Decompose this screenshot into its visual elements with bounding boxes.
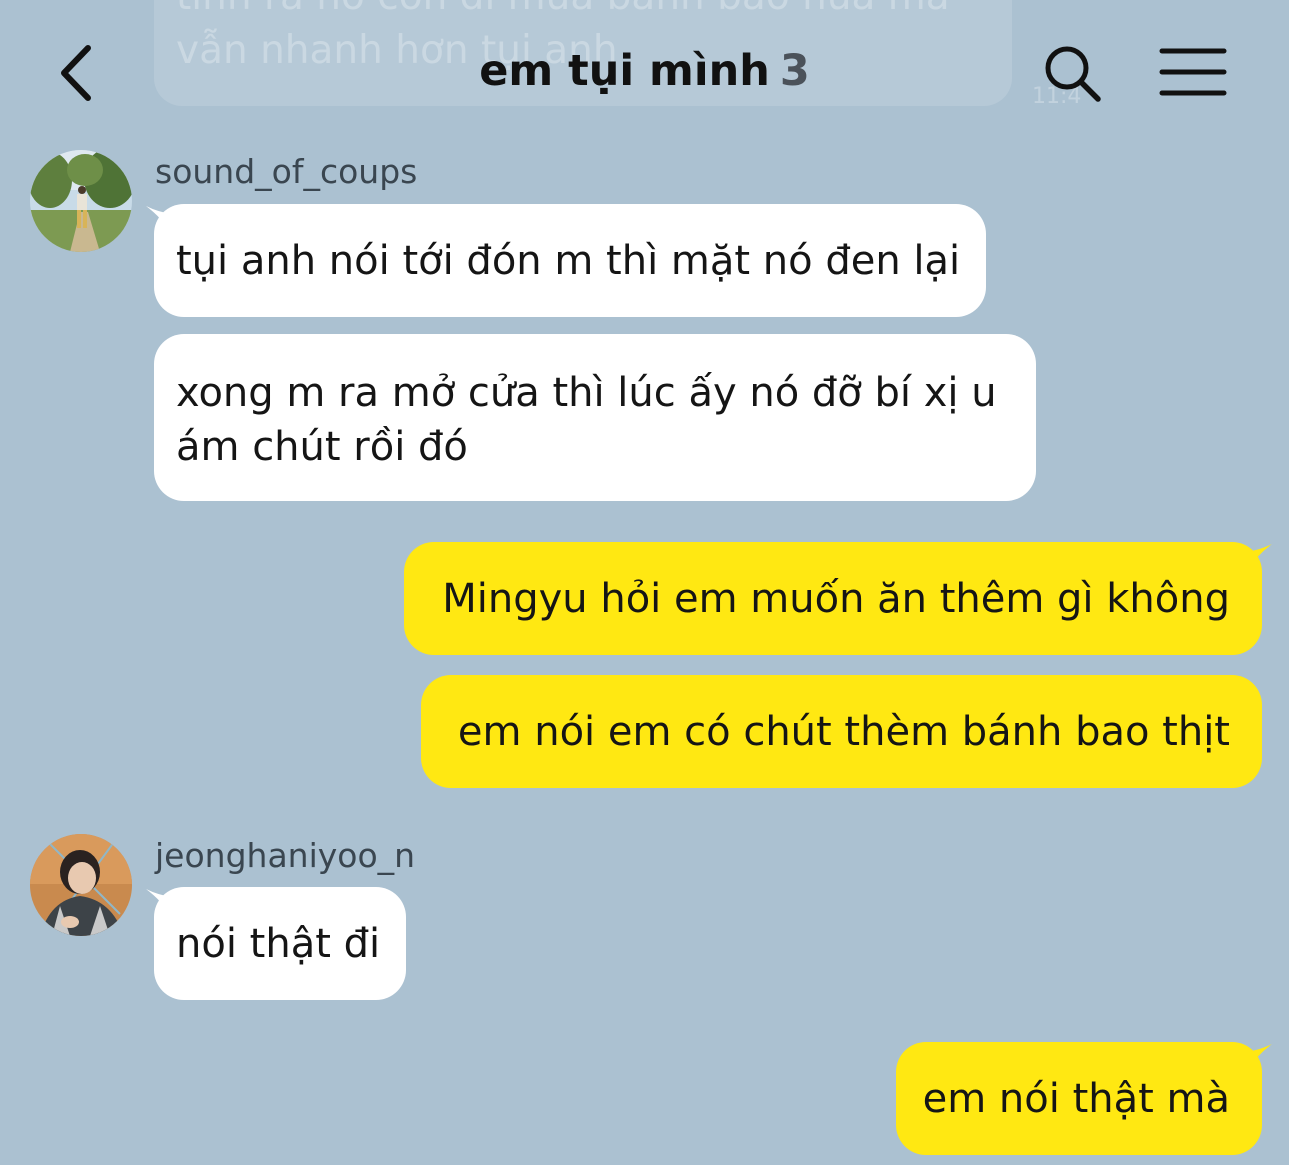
outgoing-message-bubble[interactable]: em nói em có chút thèm bánh bao thịt	[421, 675, 1262, 788]
outgoing-message-bubble[interactable]: em nói thật mà	[896, 1042, 1262, 1155]
menu-button[interactable]	[1158, 46, 1228, 98]
message-text: nói thật đi	[176, 921, 381, 967]
chevron-left-icon	[61, 45, 91, 101]
incoming-message-bubble[interactable]: tụi anh nói tới đón m thì mặt nó đen lại	[154, 204, 986, 317]
incoming-message-bubble[interactable]: xong m ra mở cửa thì lúc ấy nó đỡ bí xị …	[154, 334, 1036, 501]
message-text: tụi anh nói tới đón m thì mặt nó đen lại	[176, 238, 961, 284]
scrolled-message-line: tính ra nó còn đi mua bánh bao nữa mà	[176, 0, 950, 19]
message-text: ám chút rồi đó	[176, 424, 468, 470]
sender-name: jeonghaniyoo_n	[155, 836, 416, 875]
search-icon	[1045, 46, 1101, 102]
avatar[interactable]	[30, 834, 132, 936]
chat-header: tính ra nó còn đi mua bánh bao nữa mà vẫ…	[0, 0, 1289, 138]
avatar[interactable]	[30, 150, 132, 252]
back-button[interactable]	[54, 38, 110, 108]
message-text: Mingyu hỏi em muốn ăn thêm gì không	[442, 576, 1230, 622]
sender-name: sound_of_coups	[155, 152, 418, 191]
message-text: xong m ra mở cửa thì lúc ấy nó đỡ bí xị …	[176, 370, 997, 416]
message-text: em nói thật mà	[922, 1076, 1230, 1122]
search-button[interactable]	[1040, 42, 1104, 104]
outgoing-message-bubble[interactable]: Mingyu hỏi em muốn ăn thêm gì không	[404, 542, 1262, 655]
avatar-photo	[30, 150, 132, 252]
hamburger-menu-icon	[1159, 48, 1227, 96]
scrolled-message-line: vẫn nhanh hơn tụi anh	[176, 28, 618, 73]
incoming-message-bubble[interactable]: nói thật đi	[154, 887, 406, 1000]
avatar-photo	[30, 834, 132, 936]
message-text: em nói em có chút thèm bánh bao thịt	[457, 709, 1230, 755]
